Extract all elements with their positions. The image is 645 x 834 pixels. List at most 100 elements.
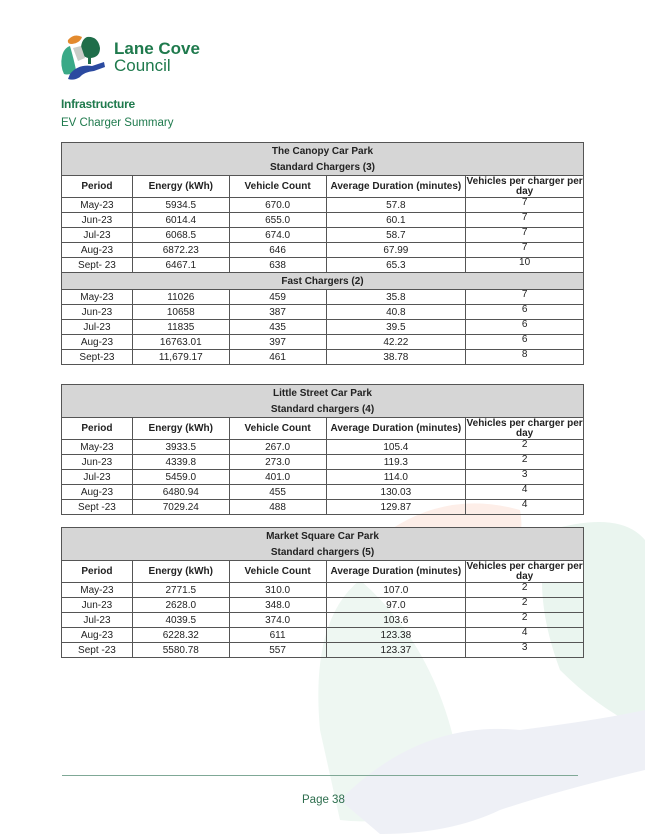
cell-vehicles-per-charger: 2 [465,612,584,628]
cell-vehicles-per-charger: 2 [465,597,584,613]
cell-vehicle-count: 655.0 [228,212,327,228]
cell-energy: 6872.23 [131,242,230,258]
footer-divider [62,775,578,776]
table-row: Jun-23 10658 387 40.8 6 [61,304,584,320]
table-row: Jun-23 4339.8 273.0 119.3 2 [61,454,584,470]
cell-energy: 4039.5 [131,612,230,628]
cell-vehicle-count: 273.0 [228,454,327,470]
cell-avg-duration: 38.78 [325,349,467,365]
cell-vehicle-count: 488 [228,499,327,515]
cell-vehicle-count: 310.0 [228,582,327,598]
cell-energy: 6014.4 [131,212,230,228]
cell-period: May-23 [61,439,133,455]
cell-period: Aug-23 [61,627,133,643]
car-park-title: Little Street Car Park [61,384,584,401]
table-row: Jul-23 5459.0 401.0 114.0 3 [61,469,584,485]
table-row: Jul-23 6068.5 674.0 58.7 7 [61,227,584,243]
cell-avg-duration: 129.87 [325,499,467,515]
cell-period: Jul-23 [61,469,133,485]
section-subtitle: EV Charger Summary [61,117,174,129]
column-header-row: Period Energy (kWh) Vehicle Count Average D… [61,175,584,198]
cell-vehicle-count: 646 [228,242,327,258]
cell-vehicles-per-charger: 4 [465,627,584,643]
table-row: Aug-23 6228.32 611 123.38 4 [61,627,584,643]
column-header-avg-duration: Average Duration (minutes) [325,417,467,440]
section-title: Infrastructure [61,97,135,111]
cell-energy: 5934.5 [131,197,230,213]
cell-vehicle-count: 397 [228,334,327,350]
cell-period: May-23 [61,197,133,213]
cell-period: Jun-23 [61,597,133,613]
cell-period: Jun-23 [61,454,133,470]
cell-avg-duration: 107.0 [325,582,467,598]
cell-period: Aug-23 [61,484,133,500]
cell-vehicle-count: 401.0 [228,469,327,485]
cell-avg-duration: 35.8 [325,289,467,305]
cell-energy: 2628.0 [131,597,230,613]
market-square-car-park-table: Market Square Car Park Standard chargers … [61,527,584,658]
cell-avg-duration: 97.0 [325,597,467,613]
table-row: Aug-23 6872.23 646 67.99 7 [61,242,584,258]
cell-vehicle-count: 435 [228,319,327,335]
charger-group-label: Standard Chargers (3) [61,159,584,176]
cell-vehicles-per-charger: 7 [465,212,584,228]
cell-avg-duration: 123.37 [325,642,467,658]
column-header-period: Period [61,560,133,583]
cell-energy: 6068.5 [131,227,230,243]
cell-vehicle-count: 461 [228,349,327,365]
table-row: May-23 2771.5 310.0 107.0 2 [61,582,584,598]
cell-energy: 6480.94 [131,484,230,500]
cell-vehicles-per-charger: 2 [465,582,584,598]
cell-avg-duration: 57.8 [325,197,467,213]
column-header-vehicles-per-charger: Vehicles per charger per day [465,417,584,440]
cell-vehicle-count: 267.0 [228,439,327,455]
cell-period: Jun-23 [61,304,133,320]
cell-avg-duration: 103.6 [325,612,467,628]
column-header-row: Period Energy (kWh) Vehicle Count Average D… [61,560,584,583]
table-row: Jul-23 4039.5 374.0 103.6 2 [61,612,584,628]
cell-energy: 4339.8 [131,454,230,470]
cell-avg-duration: 119.3 [325,454,467,470]
lane-cove-council-logo-icon [61,35,105,80]
page-number: Page 38 [302,794,345,806]
cell-energy: 6228.32 [131,627,230,643]
table-row: May-23 5934.5 670.0 57.8 7 [61,197,584,213]
table-row: Sept -23 7029.24 488 129.87 4 [61,499,584,515]
charger-group-label: Standard chargers (4) [61,401,584,418]
column-header-vehicle-count: Vehicle Count [228,417,327,440]
cell-energy: 5459.0 [131,469,230,485]
cell-vehicles-per-charger: 7 [465,289,584,305]
cell-energy: 11026 [131,289,230,305]
cell-period: Jul-23 [61,612,133,628]
column-header-vehicle-count: Vehicle Count [228,560,327,583]
cell-energy: 11835 [131,319,230,335]
cell-vehicle-count: 459 [228,289,327,305]
council-name-line1: Lane Cove [114,39,200,58]
cell-vehicle-count: 387 [228,304,327,320]
charger-group-label: Fast Chargers (2) [61,272,584,290]
cell-vehicles-per-charger: 2 [465,439,584,455]
table-row: May-23 3933.5 267.0 105.4 2 [61,439,584,455]
cell-energy: 7029.24 [131,499,230,515]
column-header-vehicle-count: Vehicle Count [228,175,327,198]
cell-vehicle-count: 557 [228,642,327,658]
cell-period: Jul-23 [61,227,133,243]
cell-avg-duration: 39.5 [325,319,467,335]
column-header-energy: Energy (kWh) [131,560,230,583]
cell-vehicle-count: 348.0 [228,597,327,613]
column-header-period: Period [61,417,133,440]
little-street-car-park-table: Little Street Car Park Standard chargers … [61,384,584,515]
cell-vehicles-per-charger: 10 [465,257,584,273]
cell-period: Jul-23 [61,319,133,335]
cell-vehicles-per-charger: 6 [465,319,584,335]
cell-vehicles-per-charger: 3 [465,469,584,485]
table-row: Aug-23 16763.01 397 42.22 6 [61,334,584,350]
cell-period: Sept -23 [61,499,133,515]
cell-avg-duration: 40.8 [325,304,467,320]
column-header-avg-duration: Average Duration (minutes) [325,560,467,583]
table-row: Sept- 23 6467.1 638 65.3 10 [61,257,584,273]
cell-avg-duration: 123.38 [325,627,467,643]
column-header-vehicles-per-charger: Vehicles per charger per day [465,560,584,583]
cell-period: May-23 [61,289,133,305]
council-name: Lane Cove Council [114,40,200,74]
